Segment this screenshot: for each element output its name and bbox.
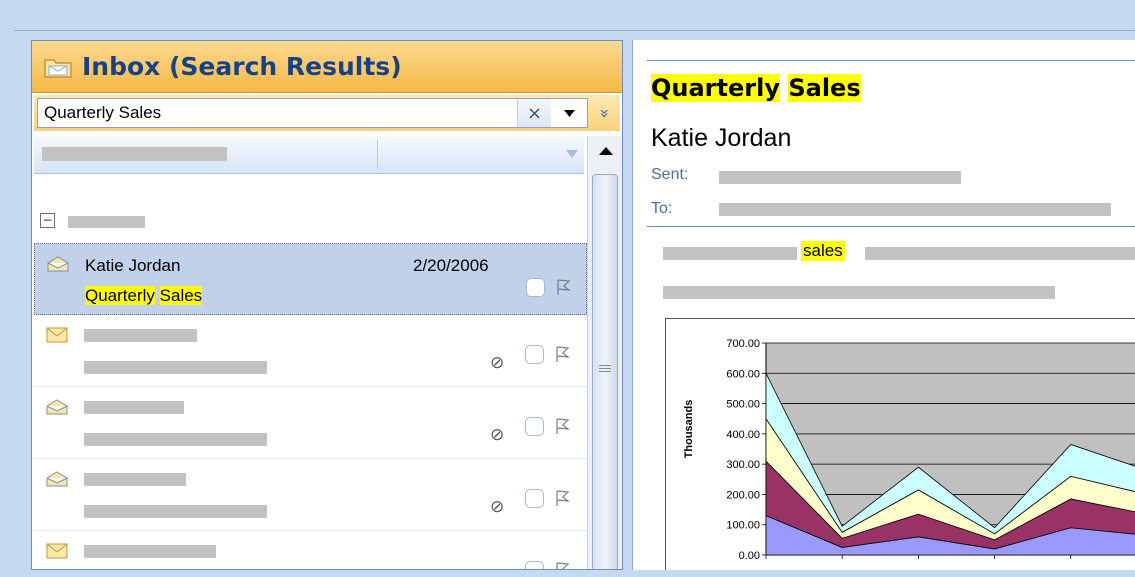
- search-hit-highlight: Quarterly: [85, 286, 155, 305]
- to-value-redacted: [719, 203, 1111, 216]
- divider: [647, 60, 1135, 61]
- collapse-group-button[interactable]: −: [40, 213, 55, 228]
- reading-sender: Katie Jordan: [651, 124, 792, 152]
- message-sender-redacted: [84, 329, 197, 342]
- message-list-scrollbar[interactable]: [587, 136, 622, 569]
- chevron-down-icon: [563, 109, 575, 117]
- envelope-open-icon: [47, 256, 69, 272]
- chevron-up-icon: [598, 147, 613, 155]
- divider: [647, 226, 1135, 227]
- flag-icon[interactable]: [554, 561, 570, 570]
- message-subject-redacted: [84, 361, 267, 374]
- category-box[interactable]: [525, 345, 544, 364]
- expand-query-builder-button[interactable]: »: [594, 102, 616, 124]
- message-item[interactable]: Katie Jordan 2/20/2006 Quarterly Sales: [34, 243, 587, 315]
- search-box: ×: [37, 98, 588, 128]
- message-item[interactable]: ⊘: [34, 459, 587, 531]
- attachment-icon: ⊘: [490, 497, 505, 517]
- arrange-by-label: [42, 147, 227, 161]
- group-label: [68, 216, 145, 228]
- sales-area-chart: 700.00 600.00 500.00 400.00 300.00 200.00 100.…: [683, 338, 1135, 562]
- category-box[interactable]: [526, 278, 545, 297]
- search-input[interactable]: [38, 99, 516, 127]
- message-subject: Quarterly Sales: [85, 286, 203, 306]
- attachment-icon: ⊘: [490, 353, 505, 373]
- message-item[interactable]: ⊘: [34, 387, 587, 459]
- message-sender-redacted: [84, 401, 184, 414]
- group-header: −: [38, 211, 578, 233]
- reading-subject: Quarterly Sales: [651, 74, 861, 102]
- inbox-pane: Inbox (Search Results) × » −: [31, 40, 623, 570]
- column-divider: [377, 140, 378, 168]
- y-tick-label: 100.00: [726, 520, 760, 532]
- embedded-chart: 700.00 600.00 500.00 400.00 300.00 200.00 100.…: [665, 318, 1135, 570]
- body-text-redacted: [865, 247, 1135, 260]
- envelope-closed-icon: [46, 327, 68, 343]
- attachment-icon: ⊘: [490, 425, 505, 445]
- search-hit-highlight: Quarterly: [651, 74, 780, 102]
- search-hit-highlight: Sales: [788, 74, 861, 102]
- scroll-thumb[interactable]: [592, 174, 618, 569]
- y-tick-label: 400.00: [726, 429, 760, 441]
- sent-label: Sent:: [651, 166, 689, 183]
- sort-arrow-icon[interactable]: [566, 150, 578, 158]
- envelope-open-icon: [46, 471, 68, 487]
- scroll-up-button[interactable]: [588, 136, 622, 166]
- category-box[interactable]: [525, 561, 544, 569]
- body-text-redacted: [663, 286, 1055, 299]
- search-bar: × »: [34, 95, 620, 131]
- body-text-redacted: [663, 247, 797, 260]
- message-list: Katie Jordan 2/20/2006 Quarterly Sales ⊘: [34, 243, 587, 570]
- close-icon: ×: [526, 102, 543, 124]
- message-sender-redacted: [84, 545, 216, 558]
- sent-value-redacted: [719, 171, 961, 184]
- clear-search-button[interactable]: ×: [517, 99, 551, 127]
- grip-icon: [599, 365, 611, 374]
- inbox-title: Inbox (Search Results): [82, 52, 402, 81]
- message-subject-redacted: [84, 433, 267, 446]
- envelope-closed-icon: [46, 543, 68, 559]
- reading-pane: Quarterly Sales Katie Jordan Sent: To: s…: [632, 40, 1135, 570]
- y-tick-label: 700.00: [726, 338, 760, 350]
- flag-icon[interactable]: [554, 417, 570, 435]
- y-tick-label: 600.00: [726, 368, 760, 380]
- y-axis-label: Thousands: [683, 400, 695, 459]
- inbox-header: Inbox (Search Results): [32, 41, 622, 93]
- y-tick-label: 200.00: [726, 489, 760, 501]
- y-tick-label: 0.00: [739, 550, 760, 562]
- envelope-open-icon: [46, 399, 68, 415]
- double-chevron-icon: »: [595, 108, 615, 118]
- message-subject-redacted: [84, 505, 267, 518]
- y-tick-label: 500.00: [726, 399, 760, 411]
- body-search-hit: sales: [801, 241, 845, 261]
- message-item[interactable]: [34, 531, 587, 570]
- message-date: 2/20/2006: [413, 256, 489, 275]
- flag-icon[interactable]: [554, 345, 570, 363]
- flag-icon[interactable]: [555, 278, 571, 296]
- y-tick-label: 300.00: [726, 459, 760, 471]
- search-hit-highlight: Sales: [159, 286, 203, 305]
- category-box[interactable]: [525, 489, 544, 508]
- flag-icon[interactable]: [554, 489, 570, 507]
- message-sender-redacted: [84, 473, 186, 486]
- search-options-dropdown[interactable]: [551, 99, 587, 127]
- message-sender: Katie Jordan: [85, 256, 181, 275]
- message-item[interactable]: ⊘: [34, 315, 587, 387]
- to-label: To:: [651, 200, 673, 217]
- category-box[interactable]: [525, 417, 544, 436]
- folder-icon: [44, 58, 72, 78]
- arrange-by-header[interactable]: [34, 136, 584, 174]
